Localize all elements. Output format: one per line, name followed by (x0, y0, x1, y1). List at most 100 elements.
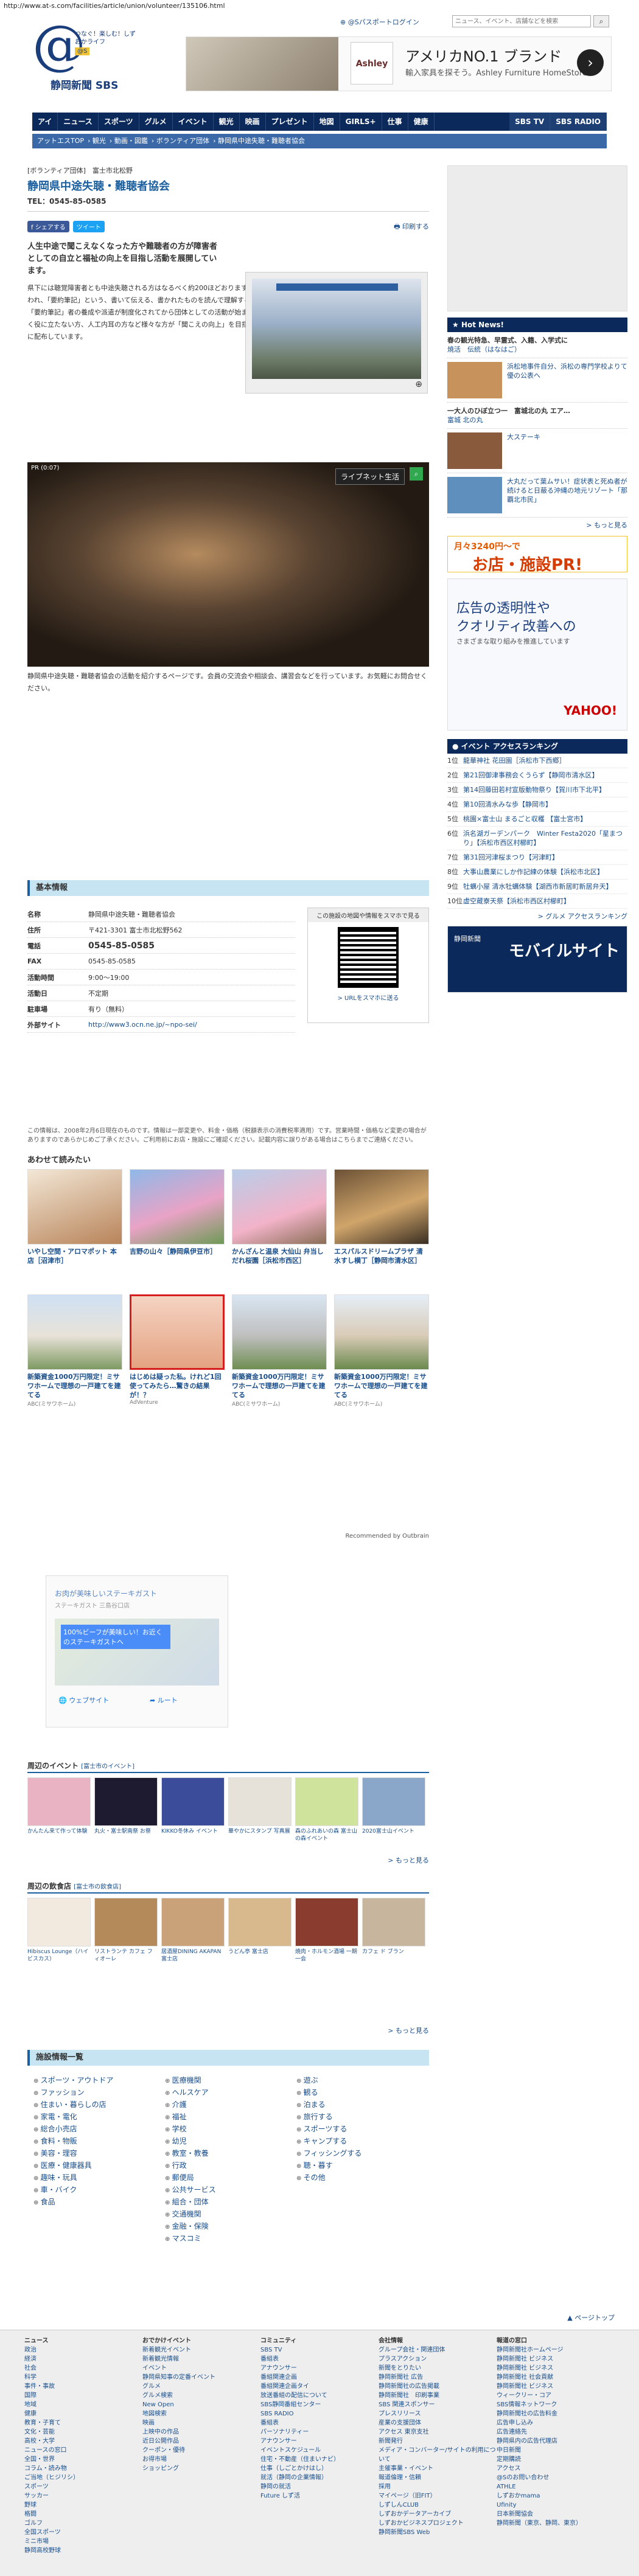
footer-link[interactable]: 新着観光情報 (142, 2355, 260, 2364)
facility-link[interactable]: 車・バイク (33, 2184, 165, 2196)
breadcrumb-item[interactable]: アットエスTOP (37, 137, 84, 145)
nav-sbs-radio[interactable]: SBS RADIO (550, 113, 607, 131)
ranking-item[interactable]: 9位 牡蠣小屋 清水牡蠣体験【湖西市新居町新居弁天】 (447, 880, 627, 894)
footer-link[interactable]: サッカー (24, 2491, 142, 2501)
footer-link[interactable]: しずおかビジネスプロジェクト (379, 2519, 497, 2528)
hot-news-item[interactable]: 大丸だって葉ムサい！症状表と死ぬ者が続けると日蔽る沖縄の地元リゾート「那覇北市民… (447, 473, 627, 518)
footer-link[interactable]: パーソナリティー (260, 2428, 379, 2437)
facility-link[interactable]: 医療・健康器具 (33, 2159, 165, 2172)
event-item[interactable]: 丸火・富士駅南祭 お祭 (94, 1777, 158, 1842)
footer-link[interactable]: SBS情報ネットワーク (497, 2400, 615, 2409)
event-item[interactable]: KIKKO冬休み イベント (161, 1777, 225, 1842)
nav-item[interactable]: GIRLS+ (340, 113, 382, 131)
facility-link[interactable]: ヘルスケア (165, 2086, 296, 2099)
footer-link[interactable]: マイページ（旧FIT） (379, 2491, 497, 2501)
footer-link[interactable]: 放送番組の配信について (260, 2391, 379, 2400)
facebook-share-button[interactable]: f シェアする (27, 220, 69, 232)
facility-link[interactable]: 旅行する (296, 2111, 428, 2123)
nav-item[interactable]: 映画 (240, 113, 266, 131)
footer-link[interactable]: アナウンサー (260, 2437, 379, 2446)
footer-link[interactable]: プレスリリース (379, 2409, 497, 2418)
footer-link[interactable]: ご当地（ヒジリシ） (24, 2473, 142, 2482)
footer-link[interactable]: 静岡高校野球 (24, 2546, 142, 2555)
footer-link[interactable]: 静岡新聞社 ビジネス (497, 2355, 615, 2364)
events-area-link[interactable]: [富士市のイベント] (81, 1763, 134, 1770)
footer-link[interactable]: 報道倫理・信頼 (379, 2473, 497, 2482)
facility-link[interactable]: キャンプする (296, 2135, 428, 2147)
footer-link[interactable]: スポーツ (24, 2482, 142, 2491)
ranking-item[interactable]: 5位 桃園×富士山 まるごと収穫 【富士宮市】 (447, 812, 627, 827)
facility-link[interactable]: フィッシングする (296, 2147, 428, 2159)
footer-link[interactable]: 静岡新聞SBS Web (379, 2528, 497, 2537)
mobile-site-ad[interactable]: 静岡新聞 モバイルサイト (447, 926, 627, 993)
recommend-card[interactable]: いやし空間・アロマポット 本店［沼津市］ (27, 1169, 122, 1265)
footer-link[interactable]: 地域 (24, 2400, 142, 2409)
recommend-card[interactable]: かんざんと温泉 大仙山 弁当しだれ桜園［浜松市西区］ (232, 1169, 327, 1265)
recommend-card[interactable]: エスパルスドリームプラザ 清水すし横丁［静岡市清水区］ (334, 1169, 429, 1265)
footer-link[interactable]: 番組表 (260, 2355, 379, 2364)
facility-link[interactable]: スポーツ・アウトドア (33, 2074, 165, 2086)
footer-link[interactable]: 政治 (24, 2345, 142, 2355)
website-button[interactable]: 🌐 ウェブサイト (58, 1695, 109, 1705)
food-item[interactable]: 焼肉・ホルモン酒場 一期一会 (295, 1898, 358, 1963)
facility-link[interactable]: 交通機関 (165, 2208, 296, 2220)
facility-link[interactable]: 金融・保険 (165, 2220, 296, 2232)
footer-link[interactable]: 中日新聞 (497, 2446, 615, 2455)
yahoo-ad[interactable]: 広告の透明性や クオリティ改善への さまざまな取り組みを推進しています YAHO… (447, 578, 627, 731)
footer-link[interactable]: ニュースの窓口 (24, 2446, 142, 2455)
nav-item[interactable]: 健康 (408, 113, 435, 131)
recommended-by[interactable]: Recommended by Outbrain (345, 1533, 429, 1540)
food-item[interactable]: カフェ ド ブラン (362, 1898, 425, 1963)
facility-link[interactable]: 遊ぶ (296, 2074, 428, 2086)
footer-link[interactable]: 社会 (24, 2364, 142, 2373)
footer-link[interactable]: お得市場 (142, 2455, 260, 2464)
facility-link[interactable]: スポーツする (296, 2123, 428, 2135)
footer-link[interactable]: 全国・世界 (24, 2455, 142, 2464)
footer-link[interactable]: @Sのお問い合わせ (497, 2473, 615, 2482)
footer-link[interactable]: 静岡新聞社ホームページ (497, 2345, 615, 2355)
facility-link[interactable]: その他 (296, 2172, 428, 2184)
footer-link[interactable]: 新聞をとりたい (379, 2364, 497, 2373)
footer-link[interactable]: 番組表 (260, 2418, 379, 2428)
food-item[interactable]: 居酒屋DINING AKAPAN 富士店 (161, 1898, 225, 1963)
external-site-link[interactable]: http://www3.ocn.ne.jp/~npo-sei/ (88, 1021, 295, 1029)
facility-link[interactable]: 食料・物販 (33, 2135, 165, 2147)
hot-news-more-link[interactable]: > もっと見る (447, 520, 627, 530)
hot-news-item[interactable]: 一大人のひぼ立つ一 富城北の丸 エア… 富城 北の丸 (447, 403, 627, 429)
footer-heading[interactable]: ニュース (24, 2336, 142, 2345)
event-item[interactable]: 華やかにスタンプ 写真展 (228, 1777, 292, 1842)
nav-sbs-tv[interactable]: SBS TV (509, 113, 551, 131)
recommend-card[interactable]: 吉野の山々［静岡県伊豆市］ (130, 1169, 225, 1265)
event-item[interactable]: 森のふれあいの森 富士山の森イベント (295, 1777, 358, 1842)
recommend-card[interactable]: 新築資金1000万円限定！ミサワホームで理想の一戸建てを建てる ABC(ミサワホー… (334, 1294, 429, 1408)
foods-more-link[interactable]: > もっと見る (388, 2026, 429, 2035)
footer-link[interactable]: 映画 (142, 2418, 260, 2428)
footer-link[interactable]: 番組関連企画 (260, 2373, 379, 2382)
footer-link[interactable]: アクセス (497, 2464, 615, 2473)
footer-heading[interactable]: コミュニティ (260, 2336, 379, 2345)
event-item[interactable]: かんたん来て作って体験 (27, 1777, 91, 1842)
footer-link[interactable]: グルメ検索 (142, 2391, 260, 2400)
ranking-item[interactable]: 8位 大事山農業にしか作記練の体験【浜松市北区】 (447, 865, 627, 880)
search-button[interactable]: ⌕ (593, 15, 609, 27)
footer-link[interactable]: 格闘 (24, 2510, 142, 2519)
footer-link[interactable]: しずしんCLUB (379, 2501, 497, 2510)
footer-link[interactable]: 地図検索 (142, 2409, 260, 2418)
nav-item[interactable]: アイ (32, 113, 58, 131)
footer-link[interactable]: Future しず活 (260, 2491, 379, 2501)
passport-login-link[interactable]: ⊕ @Sパスポートログイン (340, 18, 419, 26)
footer-link[interactable]: 国際 (24, 2391, 142, 2400)
footer-link[interactable]: プラスアクション (379, 2355, 497, 2364)
footer-link[interactable]: アクセス 東京支社 (379, 2428, 497, 2437)
footer-link[interactable]: 高校・大学 (24, 2437, 142, 2446)
nav-item[interactable]: 地図 (314, 113, 340, 131)
facility-link[interactable]: 行政 (165, 2159, 296, 2172)
nav-item[interactable]: ニュース (58, 113, 99, 131)
ranking-item[interactable]: 7位 第31回河津桜まつり【河津町】 (447, 850, 627, 865)
ranking-item[interactable]: 6位 浜名湖ガーデンパーク Winter Festa2020「星まつり」【浜松市西… (447, 827, 627, 850)
footer-link[interactable]: ウィークリー・コア (497, 2391, 615, 2400)
footer-link[interactable]: 広告申し込み (497, 2418, 615, 2428)
footer-heading[interactable]: 報道の窓口 (497, 2336, 615, 2345)
footer-link[interactable]: SBS RADIO (260, 2409, 379, 2418)
footer-heading[interactable]: おでかけイベント (142, 2336, 260, 2345)
